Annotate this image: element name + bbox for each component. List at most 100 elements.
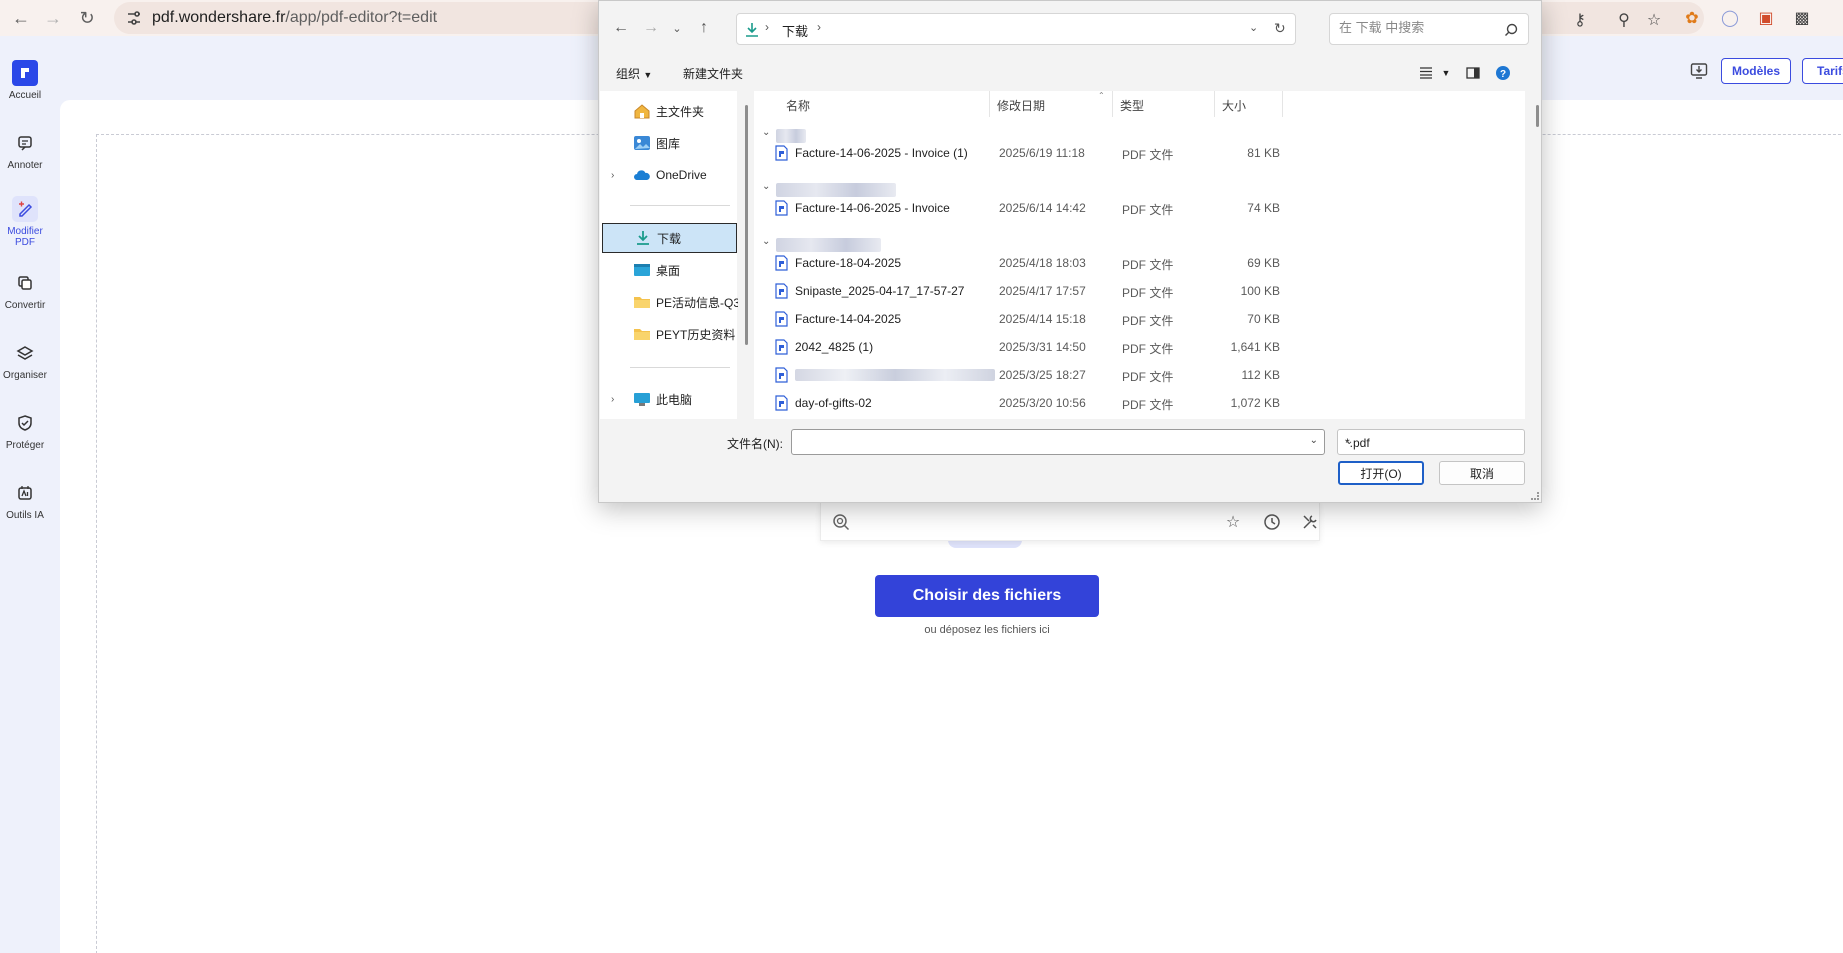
tree-item-folder-peyt[interactable]: PEYT历史资料 [602,319,737,349]
pdf-file-icon [775,339,788,355]
column-divider[interactable] [989,91,990,117]
file-row[interactable]: day-of-gifts-02 2025/3/20 10:56 PDF 文件 1… [754,391,1525,419]
file-name: Facture-14-04-2025 [795,312,902,326]
column-divider[interactable] [1282,91,1283,117]
sidebar-item-convertir[interactable]: Convertir [0,270,50,311]
extensions-puzzle-icon[interactable]: ▩ [1792,8,1812,28]
reload-icon[interactable]: ↻ [76,7,98,29]
file-row[interactable]: Facture-14-06-2025 - Invoice 2025/6/14 1… [754,196,1525,220]
column-header-size[interactable]: 大小 [1222,97,1246,114]
extension-wallet-icon[interactable]: ▣ [1756,8,1776,28]
models-button[interactable]: Modèles [1721,58,1791,84]
help-icon[interactable]: ? [1493,63,1513,83]
breadcrumb-downloads[interactable]: 下载 [782,21,808,40]
sidebar-item-label: Modifier PDF [7,226,43,248]
forward-icon[interactable]: → [42,7,64,29]
download-icon [746,23,758,37]
collapse-chevron-icon: ⌄ [762,127,771,138]
breadcrumb-separator-icon: › [817,20,821,34]
pricing-button[interactable]: Tarifs [1802,58,1843,84]
sidebar-item-organiser[interactable]: Organiser [0,340,50,381]
sidebar-item-proteger[interactable]: Protéger [0,410,50,451]
column-header-type[interactable]: 类型 [1120,97,1144,114]
column-divider[interactable] [1112,91,1113,117]
column-divider[interactable] [1214,91,1215,117]
ai-search-icon[interactable] [831,512,851,532]
expand-chevron-icon[interactable]: › [611,394,614,405]
column-header-name[interactable]: 名称 [786,97,810,114]
caret-down-icon[interactable]: ▼ [1436,63,1456,83]
extension-chat-icon[interactable]: ◯ [1720,8,1740,28]
sidebar-item-annoter[interactable]: Annoter [0,130,50,171]
filetype-select[interactable]: *.pdf ⌄ [1337,429,1525,455]
file-list-scrollbar[interactable] [1536,105,1539,127]
tree-item-this-pc[interactable]: › 此电脑 [602,384,737,414]
expand-chevron-icon[interactable]: › [611,170,614,181]
forward-icon[interactable]: → [640,17,662,39]
filename-combobox[interactable]: ⌄ [791,429,1325,455]
file-row[interactable]: 2025/3/25 18:27 PDF 文件 112 KB [754,363,1525,387]
view-options-icon[interactable] [1416,63,1436,83]
file-name: Facture-14-06-2025 - Invoice [795,201,950,215]
drop-hint-text: ou déposez les fichiers ici [924,624,1050,636]
star-icon[interactable]: ☆ [1223,512,1243,532]
choose-files-button[interactable]: Choisir des fichiers [875,575,1099,617]
breadcrumb-separator-icon: › [765,20,769,34]
site-settings-icon[interactable] [126,10,142,26]
sidebar-item-modifier-pdf[interactable]: Modifier PDF [0,196,50,248]
search-box[interactable] [1329,13,1529,45]
filename-input[interactable] [798,434,1298,448]
file-row[interactable]: Facture-18-04-2025 2025/4/18 18:03 PDF 文… [754,251,1525,275]
url-text[interactable]: pdf.wondershare.fr/app/pdf-editor?t=edit [152,9,437,27]
file-type: PDF 文件 [1122,258,1174,272]
refresh-icon[interactable]: ↻ [1274,20,1286,37]
tree-item-label: PE活动信息-Q3 [656,295,738,310]
back-icon[interactable]: ← [10,7,32,29]
tree-scrollbar[interactable] [745,105,748,345]
organize-button[interactable]: 组织 ▼ [616,65,652,82]
back-icon[interactable]: ← [610,17,632,39]
tree-item-gallery[interactable]: 图库 [602,128,737,158]
navigation-pane: 主文件夹 图库 › OneDrive 下载 桌面 PE活动信息-Q3 PEYT历… [600,91,738,419]
tree-item-desktop[interactable]: 桌面 [602,255,737,285]
resize-grip[interactable] [1531,492,1539,500]
history-icon[interactable] [1262,512,1282,532]
tree-item-onedrive[interactable]: › OneDrive [602,160,737,190]
tree-item-downloads[interactable]: 下载 [602,223,737,253]
computer-icon [634,393,650,406]
new-folder-button[interactable]: 新建文件夹 [683,65,743,82]
redacted-file-name [795,369,995,381]
sidebar-item-outils-ia[interactable]: Outils IA [0,480,50,521]
up-folder-icon[interactable]: ↑ [693,17,715,39]
desktop-download-icon[interactable] [1690,62,1708,80]
recent-locations-chevron-icon[interactable]: ⌄ [666,17,688,39]
file-list: 名称 ⌃ 修改日期 类型 大小 ⌄ Facture-14-06-2025 - I… [754,91,1525,419]
open-button[interactable]: 打开(O) [1338,461,1424,485]
folder-icon [634,297,650,308]
chevron-down-icon[interactable]: ⌄ [1310,435,1318,446]
zoom-icon[interactable]: ⚲ [1614,10,1634,30]
extension-icon[interactable]: ✿ [1682,8,1702,28]
tools-icon[interactable] [1300,512,1320,532]
column-header-date[interactable]: 修改日期 [997,97,1045,114]
file-row[interactable]: Facture-14-04-2025 2025/4/14 15:18 PDF 文… [754,307,1525,331]
sidebar-item-accueil[interactable]: Accueil [0,60,50,101]
search-input[interactable] [1339,20,1499,35]
file-row[interactable]: Snipaste_2025-04-17_17-57-27 2025/4/17 1… [754,279,1525,303]
file-type: PDF 文件 [1122,398,1174,412]
cancel-button[interactable]: 取消 [1439,461,1525,485]
file-row[interactable]: 2042_4825 (1) 2025/3/31 14:50 PDF 文件 1,6… [754,335,1525,359]
search-icon[interactable] [1504,23,1518,37]
file-row[interactable]: Facture-14-06-2025 - Invoice (1) 2025/6/… [754,141,1525,165]
sidebar-item-label: Convertir [4,300,46,311]
tree-item-folder-pe[interactable]: PE活动信息-Q3 [602,287,738,317]
chevron-down-icon[interactable]: ⌄ [1249,21,1258,34]
password-key-icon[interactable]: ⚷ [1570,10,1590,30]
tree-item-home[interactable]: 主文件夹 [602,96,737,126]
file-date: 2025/3/25 18:27 [999,368,1086,382]
address-bar[interactable]: › 下载 › ⌄ ↻ [736,13,1296,45]
pdf-file-icon [775,367,788,383]
convert-icon [12,270,38,296]
bookmark-star-icon[interactable]: ☆ [1644,10,1664,30]
preview-pane-icon[interactable] [1463,63,1483,83]
